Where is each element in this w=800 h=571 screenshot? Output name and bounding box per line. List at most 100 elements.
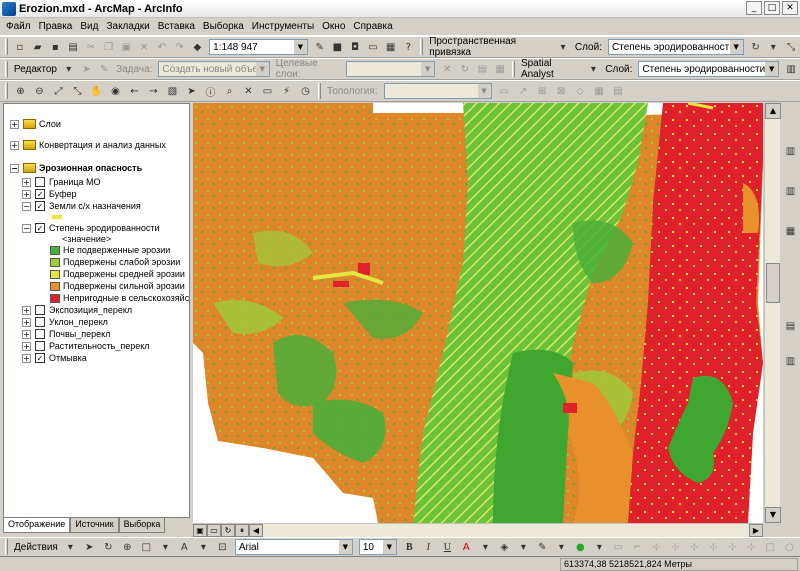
layer-visibility-checkbox[interactable]: ✓ xyxy=(35,223,45,233)
editor-toolbar-icon[interactable]: ✎ xyxy=(312,39,328,56)
expand-toggle[interactable]: + xyxy=(22,329,31,339)
vertex-icon[interactable]: ⊹ xyxy=(743,539,760,556)
scroll-right-icon[interactable]: ▶ xyxy=(749,524,763,537)
time-slider-icon[interactable]: ◷ xyxy=(297,83,314,100)
bold-button[interactable]: B xyxy=(401,539,418,556)
legend-class-no-erosion[interactable]: Не подверженные эрозии xyxy=(50,244,170,256)
topology-errors-icon[interactable]: ▦ xyxy=(591,83,608,100)
menu-view[interactable]: Вид xyxy=(76,21,102,32)
menu-help[interactable]: Справка xyxy=(349,21,396,32)
spatial-adjustment-layer-select[interactable]: Степень эродированности ▼ xyxy=(608,39,744,55)
toolbar-grip[interactable] xyxy=(512,61,515,77)
expand-toggle[interactable]: + xyxy=(22,317,31,327)
vertex-icon[interactable]: ⊹ xyxy=(724,539,741,556)
toolbar-grip[interactable] xyxy=(420,39,424,55)
layer-visibility-checkbox[interactable] xyxy=(35,341,45,351)
rotate-icon[interactable]: ↻ xyxy=(748,39,764,56)
expand-toggle[interactable]: + xyxy=(10,119,19,129)
go-to-xy-icon[interactable]: ✕ xyxy=(240,83,257,100)
whats-this-icon[interactable]: ? xyxy=(401,39,417,56)
toc-dataframe-layers[interactable]: + Слои xyxy=(10,118,61,130)
sketch-tool-icon[interactable]: ✎ xyxy=(96,61,112,78)
legend-class-medium[interactable]: Подвержены средней эрозии xyxy=(50,268,185,280)
identify-icon[interactable]: ⓘ xyxy=(202,83,219,100)
select-elements-icon[interactable]: ➤ xyxy=(81,539,98,556)
layer-tool-icon[interactable]: ▤ xyxy=(782,318,799,335)
arctoolbox-icon[interactable]: ■ xyxy=(330,39,346,56)
layer-tool-icon[interactable]: ▥ xyxy=(782,183,799,200)
toc-layer-soils[interactable]: + Почвы_перекл xyxy=(22,328,110,340)
layer-visibility-checkbox[interactable]: ✓ xyxy=(35,189,45,199)
minimize-button[interactable]: _ xyxy=(746,1,762,15)
command-line-icon[interactable]: ▭ xyxy=(365,39,381,56)
spatial-analyst-layer-select[interactable]: Степень эродированности ▼ xyxy=(638,61,780,77)
font-select[interactable]: Arial ▼ xyxy=(234,539,353,555)
chevron-down-icon[interactable]: ▾ xyxy=(62,539,79,556)
undo-icon[interactable]: ↶ xyxy=(154,39,170,56)
drawing-actions-menu[interactable]: Действия xyxy=(14,542,58,553)
layer-visibility-checkbox[interactable] xyxy=(35,317,45,327)
text-tool-icon[interactable]: A xyxy=(176,539,193,556)
layout-view-icon[interactable]: ▭ xyxy=(207,524,221,537)
topology-edit-icon[interactable]: ↗ xyxy=(515,83,532,100)
layer-visibility-checkbox[interactable] xyxy=(35,177,45,187)
scroll-left-icon[interactable]: ◀ xyxy=(249,524,263,537)
select-elements-icon[interactable]: ➤ xyxy=(183,83,200,100)
hyperlink-icon[interactable]: ⚡ xyxy=(278,83,295,100)
circle-icon[interactable]: ○ xyxy=(781,539,798,556)
scroll-thumb[interactable] xyxy=(766,263,780,303)
menu-insert[interactable]: Вставка xyxy=(154,21,199,32)
menu-window[interactable]: Окно xyxy=(318,21,349,32)
histogram-icon[interactable]: ▥ xyxy=(783,61,799,78)
layer-visibility-checkbox[interactable]: ✓ xyxy=(35,201,45,211)
chevron-down-icon[interactable]: ▾ xyxy=(591,539,608,556)
scroll-down-icon[interactable]: ▼ xyxy=(765,507,781,523)
sketch-properties-icon[interactable]: ▦ xyxy=(492,61,508,78)
editor-menu[interactable]: Редактор xyxy=(14,64,57,75)
close-button[interactable]: ✕ xyxy=(782,1,798,15)
legend-class-weak[interactable]: Подвержены слабой эрозии xyxy=(50,256,180,268)
topology-select[interactable]: ▼ xyxy=(383,83,492,99)
fixed-zoom-out-icon[interactable]: ⤡ xyxy=(69,83,86,100)
toc-layer-hillshade[interactable]: + ✓ Отмывка xyxy=(22,352,87,364)
split-tool-icon[interactable]: ✕ xyxy=(439,61,455,78)
snap-icon[interactable]: ⌐ xyxy=(629,539,646,556)
menu-edit[interactable]: Правка xyxy=(35,21,77,32)
zoom-to-elements-icon[interactable]: ⊕ xyxy=(119,539,136,556)
delete-icon[interactable]: ✕ xyxy=(136,39,152,56)
spatial-analyst-menu[interactable]: Spatial Analyst xyxy=(521,58,582,80)
italic-button[interactable]: I xyxy=(420,539,437,556)
font-size-select[interactable]: 10 ▼ xyxy=(358,539,397,555)
toc-layer-agri-lands[interactable]: − ✓ Земли с/х назначения xyxy=(22,200,141,212)
menu-bookmarks[interactable]: Закладки xyxy=(102,21,153,32)
refresh-icon[interactable]: ↻ xyxy=(221,524,235,537)
toolbar-grip[interactable] xyxy=(318,83,321,99)
chevron-down-icon[interactable]: ▾ xyxy=(477,539,494,556)
layer-tool-icon[interactable]: ▦ xyxy=(782,223,799,240)
expand-toggle[interactable]: − xyxy=(22,223,31,233)
menu-selection[interactable]: Выборка xyxy=(199,21,248,32)
full-extent-icon[interactable]: ◉ xyxy=(107,83,124,100)
edit-vertices-icon[interactable]: ⊡ xyxy=(214,539,231,556)
topology-tool-icon[interactable]: ▭ xyxy=(496,83,513,100)
menu-file[interactable]: Файл xyxy=(2,21,35,32)
toc-layer-slope[interactable]: + Уклон_перекл xyxy=(22,316,108,328)
pause-drawing-icon[interactable]: ⏸ xyxy=(235,524,249,537)
add-data-icon[interactable]: ◆ xyxy=(189,39,205,56)
chevron-down-icon[interactable]: ▾ xyxy=(515,539,532,556)
model-builder-icon[interactable]: ▦ xyxy=(383,39,399,56)
topology-validate-icon[interactable]: ◇ xyxy=(572,83,589,100)
chevron-down-icon[interactable]: ▾ xyxy=(195,539,212,556)
back-arrow-icon[interactable]: ← xyxy=(126,83,143,100)
print-icon[interactable]: ▤ xyxy=(65,39,81,56)
menu-tools[interactable]: Инструменты xyxy=(248,21,318,32)
expand-toggle[interactable]: − xyxy=(22,201,31,211)
tab-display[interactable]: Отображение xyxy=(3,518,71,533)
map-view[interactable] xyxy=(193,103,763,523)
toc-layer-vegetation[interactable]: + Растительность_перекл xyxy=(22,340,150,352)
toc-layer-mo-boundary[interactable]: + Граница МО xyxy=(22,176,101,188)
topology-node-icon[interactable]: ⊠ xyxy=(553,83,570,100)
topology-fix-icon[interactable]: ▤ xyxy=(610,83,627,100)
spatial-adjustment-label[interactable]: Пространственная привязка xyxy=(429,36,551,58)
rotate-tool-icon[interactable]: ↻ xyxy=(457,61,473,78)
